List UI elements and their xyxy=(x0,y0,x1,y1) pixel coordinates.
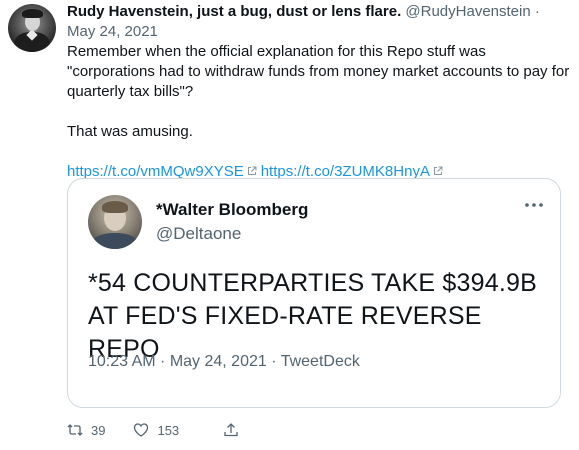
share-icon xyxy=(224,423,238,437)
tweet: Rudy Havenstein, just a bug, dust or len… xyxy=(0,0,579,450)
tweet-actions: 39 153 xyxy=(67,418,291,442)
like-count: 153 xyxy=(157,422,180,438)
tweet-content: Rudy Havenstein, just a bug, dust or len… xyxy=(67,2,572,438)
quoted-author-avatar[interactable] xyxy=(88,195,142,249)
author-handle[interactable]: @RudyHavenstein xyxy=(405,3,530,20)
external-link-icon xyxy=(433,166,443,175)
tweet-text-paragraph: That was amusing. xyxy=(67,123,193,140)
retweet-count: 39 xyxy=(91,422,106,438)
tweet-date[interactable]: May 24, 2021 xyxy=(67,23,158,40)
quoted-tweet-meta[interactable]: 10:23 AM · May 24, 2021 · TweetDeck xyxy=(88,351,360,373)
like-button[interactable]: 153 xyxy=(133,422,179,438)
tweet-text: Remember when the official explanation f… xyxy=(67,42,572,142)
separator: · xyxy=(534,3,540,20)
tweet-header: Rudy Havenstein, just a bug, dust or len… xyxy=(67,2,572,42)
share-button[interactable] xyxy=(223,422,247,438)
author-name[interactable]: Rudy Havenstein, just a bug, dust or len… xyxy=(67,3,401,20)
retweet-icon xyxy=(67,424,83,436)
tweet-text-paragraph: Remember when the official explanation f… xyxy=(67,43,570,100)
quoted-tweet[interactable]: *Walter Bloomberg @Deltaone *54 COUNTERP… xyxy=(67,178,561,408)
quoted-author-handle[interactable]: @Deltaone xyxy=(156,223,241,245)
retweet-button[interactable]: 39 xyxy=(67,422,105,438)
quoted-author-name[interactable]: *Walter Bloomberg xyxy=(156,199,308,221)
heart-icon xyxy=(134,423,149,437)
external-link-icon xyxy=(247,166,257,175)
author-avatar[interactable] xyxy=(8,4,56,52)
more-icon[interactable] xyxy=(524,199,544,211)
